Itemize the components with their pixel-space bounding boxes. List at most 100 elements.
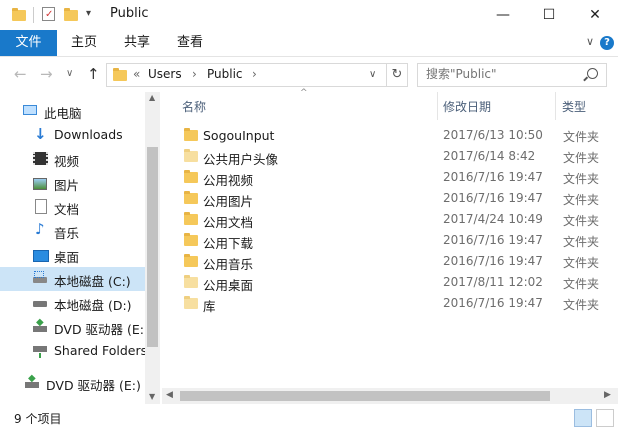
horizontal-scrollbar[interactable]: ◀ ▶ bbox=[162, 388, 618, 404]
tab-file[interactable]: 文件 bbox=[0, 30, 57, 56]
network-link-icon bbox=[39, 353, 41, 358]
folder-icon bbox=[184, 275, 198, 288]
file-type: 文件夹 bbox=[563, 256, 600, 270]
scroll-down-icon[interactable]: ▼ bbox=[149, 392, 155, 401]
horizontal-scroll-thumb[interactable] bbox=[180, 391, 550, 401]
search-box[interactable] bbox=[417, 63, 607, 87]
item-count: 9 个项目 bbox=[14, 412, 62, 426]
window-title: Public bbox=[110, 6, 149, 21]
sidebar-item-dvd-drive-e-root[interactable]: ◆ DVD 驱动器 (E:) C bbox=[0, 371, 145, 395]
sidebar-scrollbar[interactable]: ▲ ▼ bbox=[145, 92, 160, 404]
back-button[interactable]: ← bbox=[14, 65, 27, 83]
breadcrumb-overflow-icon[interactable]: « bbox=[133, 67, 140, 81]
sidebar-item-dvd-drive-e[interactable]: ◆ DVD 驱动器 (E:) bbox=[0, 315, 149, 339]
sidebar-item-this-pc[interactable]: 此电脑 bbox=[0, 99, 135, 123]
file-type: 文件夹 bbox=[563, 235, 600, 249]
tab-home[interactable]: 主页 bbox=[71, 30, 97, 56]
windows-logo-icon bbox=[34, 271, 44, 278]
scroll-left-icon[interactable]: ◀ bbox=[166, 390, 173, 400]
file-name: 公用音乐 bbox=[203, 257, 254, 272]
folder-icon bbox=[113, 68, 127, 81]
sidebar-item-label: Downloads bbox=[54, 127, 123, 142]
navigation-pane: 此电脑 ↓ Downloads 视频 图片 文档 ♪ 音乐 桌面 本地磁盘 (C… bbox=[0, 92, 160, 404]
sidebar-item-desktop[interactable]: 桌面 bbox=[0, 243, 145, 267]
file-type: 文件夹 bbox=[563, 193, 600, 207]
title-bar: ✓ ▾ Public — ☐ ✕ bbox=[0, 0, 618, 30]
table-row[interactable]: 公用图片 2016/7/16 19:47 文件夹 bbox=[180, 188, 616, 209]
scroll-up-icon[interactable]: ▲ bbox=[149, 93, 155, 102]
breadcrumb-separator-icon[interactable]: › bbox=[252, 67, 257, 81]
sidebar-item-pictures[interactable]: 图片 bbox=[0, 171, 145, 195]
properties-icon[interactable]: ✓ bbox=[42, 7, 55, 21]
file-date: 2016/7/16 19:47 bbox=[443, 254, 543, 268]
table-row[interactable]: 公用文档 2017/4/24 10:49 文件夹 bbox=[180, 209, 616, 230]
scroll-right-icon[interactable]: ▶ bbox=[604, 390, 611, 400]
search-icon[interactable] bbox=[587, 68, 598, 79]
tab-view[interactable]: 查看 bbox=[177, 30, 203, 56]
column-divider[interactable] bbox=[555, 92, 556, 120]
file-type: 文件夹 bbox=[563, 130, 600, 144]
column-header-name[interactable]: 名称 bbox=[182, 98, 206, 115]
table-row[interactable]: 公共用户头像 2017/6/14 8:42 文件夹 bbox=[180, 146, 616, 167]
recent-locations-chevron-icon[interactable]: ∨ bbox=[66, 68, 73, 79]
breadcrumb-public[interactable]: Public bbox=[207, 67, 243, 81]
folder-icon bbox=[184, 191, 198, 204]
maximize-button[interactable]: ☐ bbox=[526, 0, 572, 30]
address-dropdown-chevron-icon[interactable]: ∨ bbox=[369, 69, 376, 80]
forward-button[interactable]: → bbox=[40, 65, 53, 83]
dvd-disc-icon: ◆ bbox=[28, 373, 36, 384]
folder-icon bbox=[184, 128, 198, 141]
table-row[interactable]: 库 2016/7/16 19:47 文件夹 bbox=[180, 293, 616, 314]
document-icon bbox=[35, 199, 47, 214]
sidebar-item-local-disk-d[interactable]: 本地磁盘 (D:) bbox=[0, 291, 145, 315]
tab-share[interactable]: 共享 bbox=[124, 30, 150, 56]
folder-icon bbox=[12, 7, 26, 21]
file-date: 2016/7/16 19:47 bbox=[443, 296, 543, 310]
close-button[interactable]: ✕ bbox=[572, 0, 618, 30]
sidebar-item-documents[interactable]: 文档 bbox=[0, 195, 145, 219]
table-row[interactable]: 公用音乐 2016/7/16 19:47 文件夹 bbox=[180, 251, 616, 272]
new-folder-icon[interactable] bbox=[64, 7, 78, 21]
table-row[interactable]: 公用桌面 2017/8/11 12:02 文件夹 bbox=[180, 272, 616, 293]
file-type: 文件夹 bbox=[563, 277, 600, 291]
file-name: 公用文档 bbox=[203, 215, 254, 230]
expand-ribbon-chevron-icon[interactable]: ∨ bbox=[586, 35, 594, 48]
sidebar-item-shared-folders[interactable]: Shared Folders bbox=[0, 339, 148, 363]
minimize-button[interactable]: — bbox=[480, 0, 526, 30]
file-date: 2016/7/16 19:47 bbox=[443, 233, 543, 247]
column-divider[interactable] bbox=[437, 92, 438, 120]
navigation-bar: ← → ∨ ↑ « Users › Public › ∨ ↻ bbox=[0, 57, 618, 91]
breadcrumb-users[interactable]: Users bbox=[148, 67, 182, 81]
column-header-date[interactable]: 修改日期 bbox=[443, 98, 491, 115]
up-button[interactable]: ↑ bbox=[87, 65, 100, 83]
sidebar-item-local-disk-c[interactable]: 本地磁盘 (C:) bbox=[0, 267, 145, 291]
sidebar-item-label: Shared Folders bbox=[54, 343, 148, 358]
sidebar-scroll-thumb[interactable] bbox=[147, 147, 158, 347]
file-type: 文件夹 bbox=[563, 172, 600, 186]
divider bbox=[33, 7, 34, 23]
sort-ascending-icon: ^ bbox=[300, 88, 308, 98]
sidebar-item-downloads[interactable]: ↓ Downloads bbox=[0, 123, 145, 147]
table-row[interactable]: SogouInput 2017/6/13 10:50 文件夹 bbox=[180, 125, 616, 146]
sidebar-item-music[interactable]: ♪ 音乐 bbox=[0, 219, 145, 243]
customize-toolbar-chevron-icon[interactable]: ▾ bbox=[86, 8, 91, 19]
sidebar-item-videos[interactable]: 视频 bbox=[0, 147, 145, 171]
refresh-button[interactable]: ↻ bbox=[386, 63, 408, 87]
sidebar-item-label: 音乐 bbox=[54, 226, 80, 241]
help-button[interactable]: ? bbox=[600, 36, 614, 50]
file-list: ^ 名称 修改日期 类型 SogouInput 2017/6/13 10:50 … bbox=[162, 88, 618, 404]
ribbon: 文件 主页 共享 查看 ∨ ? bbox=[0, 30, 618, 57]
file-name: 公用视频 bbox=[203, 173, 254, 188]
sidebar-item-label: 桌面 bbox=[54, 250, 80, 265]
column-header-type[interactable]: 类型 bbox=[562, 98, 586, 115]
large-icons-view-icon[interactable] bbox=[596, 409, 614, 427]
search-input[interactable] bbox=[426, 67, 586, 81]
details-view-icon[interactable] bbox=[574, 409, 592, 427]
file-type: 文件夹 bbox=[563, 214, 600, 228]
file-name: 公用桌面 bbox=[203, 278, 254, 293]
file-name: 公用图片 bbox=[203, 194, 254, 209]
sidebar-item-label: 本地磁盘 (D:) bbox=[54, 298, 132, 313]
table-row[interactable]: 公用视频 2016/7/16 19:47 文件夹 bbox=[180, 167, 616, 188]
table-row[interactable]: 公用下载 2016/7/16 19:47 文件夹 bbox=[180, 230, 616, 251]
address-bar[interactable]: « Users › Public › ∨ bbox=[106, 63, 408, 87]
